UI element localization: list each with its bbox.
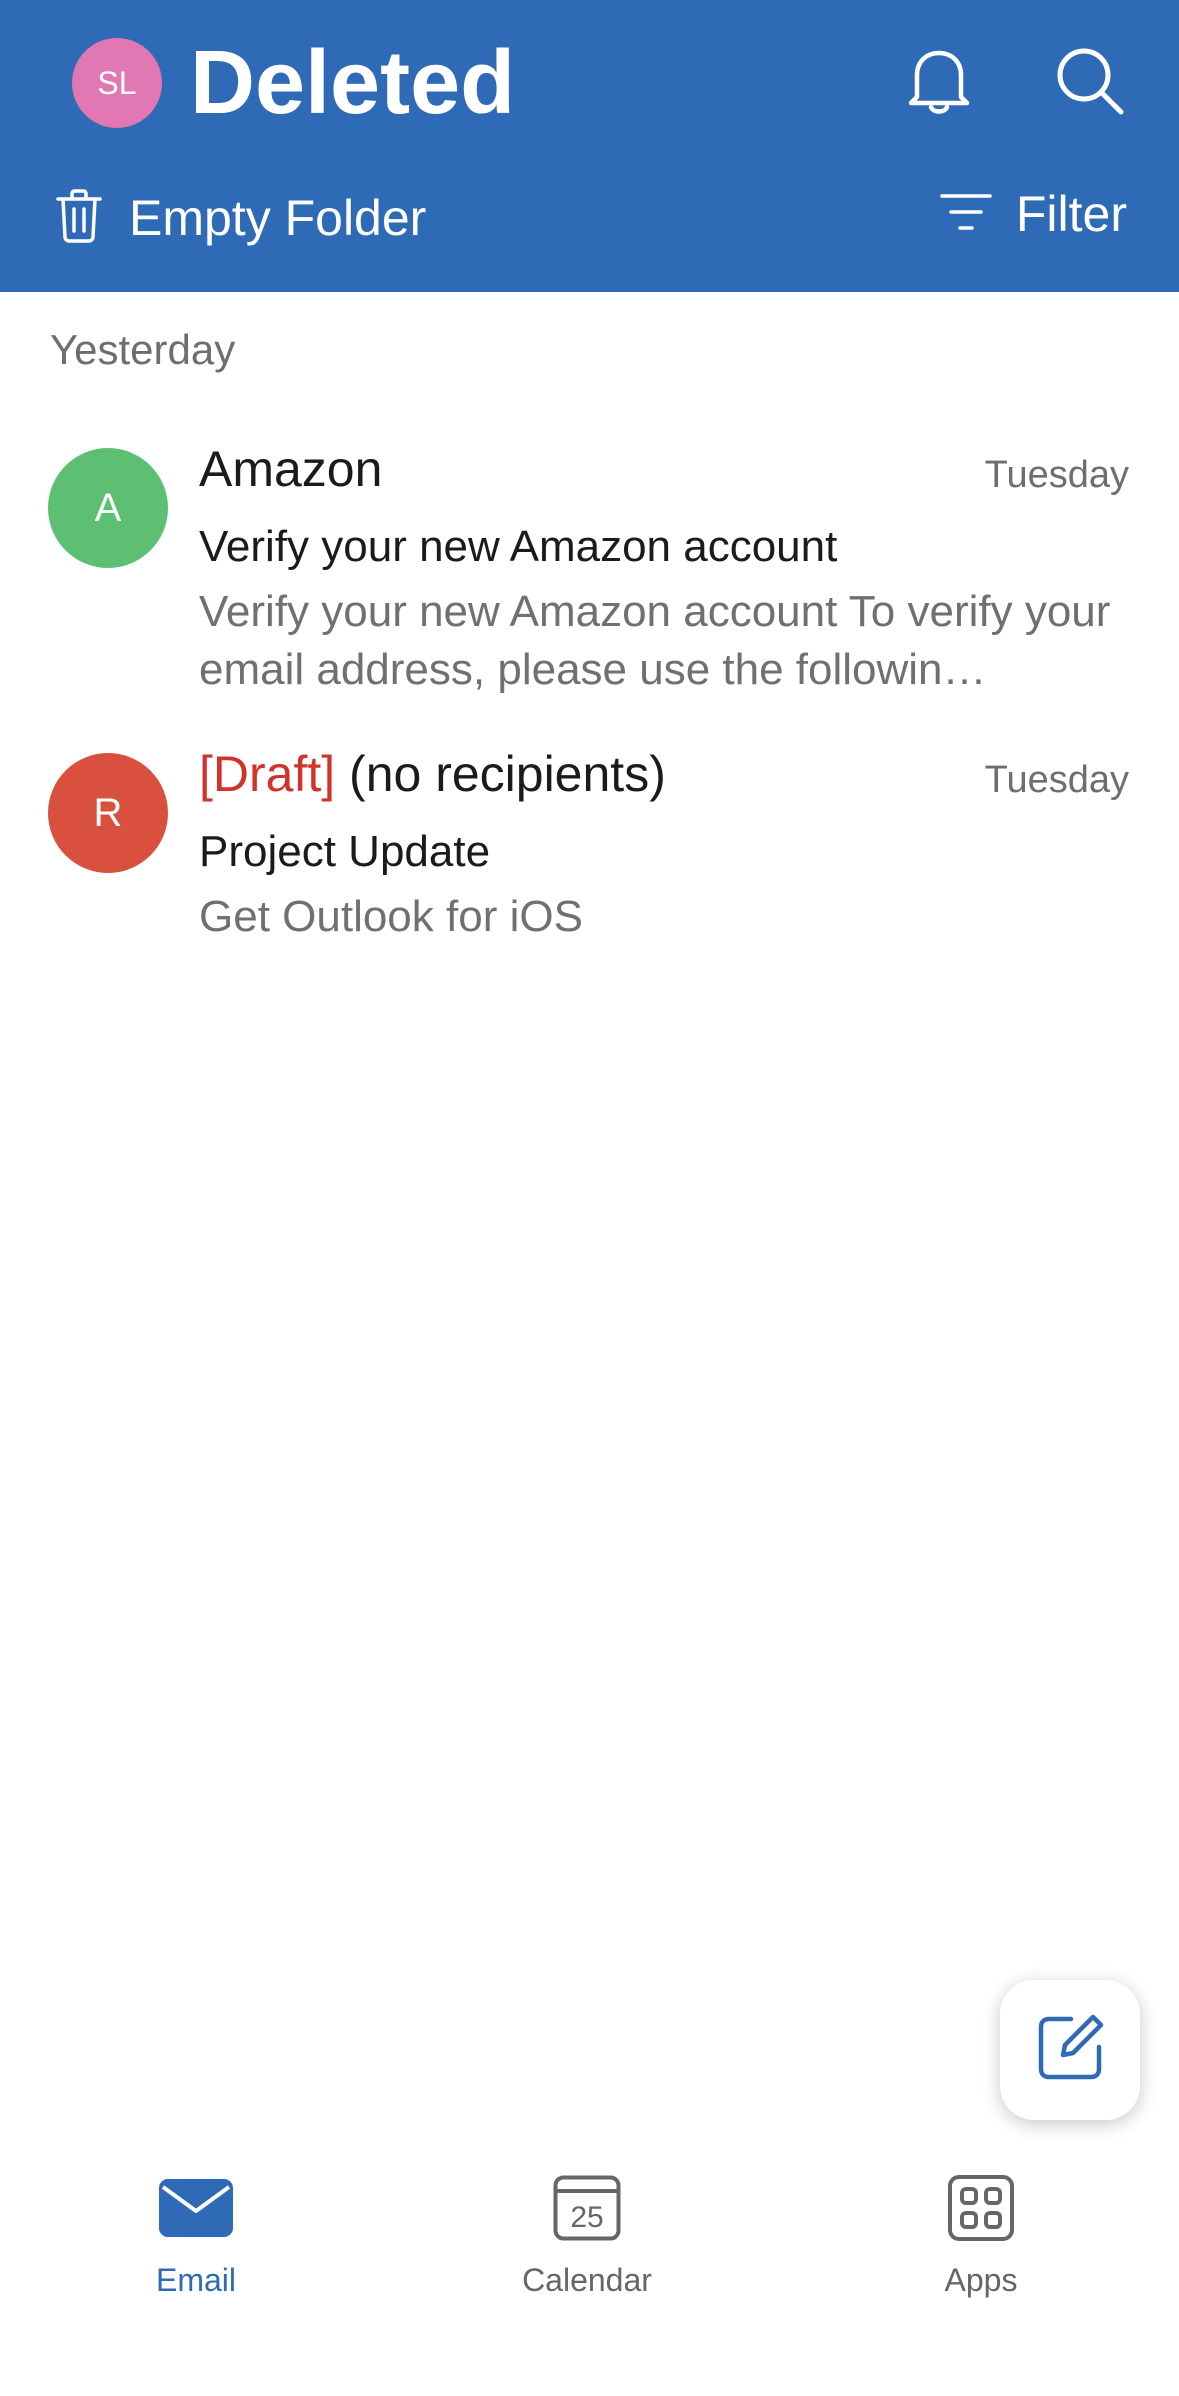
- empty-folder-label: Empty Folder: [129, 190, 427, 246]
- tab-calendar[interactable]: 25 Calendar: [477, 2168, 697, 2308]
- sender-avatar: A: [48, 448, 168, 568]
- message-subject: Project Update: [199, 827, 491, 876]
- filter-button[interactable]: Filter: [940, 184, 1127, 244]
- draft-tag: [Draft]: [199, 746, 336, 802]
- message-date: Tuesday: [984, 454, 1129, 496]
- empty-folder-button[interactable]: Empty Folder: [55, 188, 426, 248]
- tab-email[interactable]: Email: [86, 2168, 306, 2308]
- message-date: Tuesday: [984, 759, 1129, 801]
- sender-avatar-initial: A: [94, 485, 122, 530]
- filter-icon: [940, 192, 992, 237]
- calendar-icon: 25: [553, 2168, 621, 2248]
- bell-icon[interactable]: [899, 41, 979, 121]
- svg-text:25: 25: [570, 2201, 603, 2234]
- tab-email-label: Email: [155, 2262, 236, 2298]
- account-initials: SL: [97, 64, 137, 101]
- apps-grid-icon: [948, 2168, 1014, 2248]
- sender-avatar: R: [48, 753, 168, 873]
- section-header-yesterday: Yesterday: [50, 326, 236, 373]
- tab-apps-label: Apps: [944, 2262, 1018, 2298]
- sender-avatar-initial: R: [93, 790, 123, 835]
- sender-line: [Draft] (no recipients): [199, 745, 666, 803]
- message-row[interactable]: A Amazon Tuesday Verify your new Amazon …: [0, 440, 1179, 710]
- page-title: Deleted: [190, 33, 516, 133]
- tab-apps[interactable]: Apps: [871, 2168, 1091, 2308]
- search-icon[interactable]: [1050, 41, 1130, 121]
- sender-name: Amazon: [199, 441, 383, 497]
- tab-bar: Email 25 Calendar Apps: [0, 2150, 1179, 2396]
- message-subject: Verify your new Amazon account: [199, 522, 838, 571]
- account-avatar[interactable]: SL: [72, 38, 162, 128]
- trash-icon: [55, 188, 103, 248]
- message-preview: Verify your new Amazon account To verify…: [199, 587, 1111, 694]
- header-bar: SL Deleted Empty Folder Filter: [0, 0, 1179, 292]
- compose-icon: [1035, 2013, 1105, 2088]
- compose-button[interactable]: [1000, 1980, 1140, 2120]
- filter-label: Filter: [1015, 186, 1127, 242]
- message-preview: Get Outlook for iOS: [199, 892, 583, 941]
- mail-icon: [159, 2168, 233, 2248]
- message-row[interactable]: R [Draft] (no recipients) Tuesday Projec…: [0, 745, 1179, 965]
- tab-calendar-label: Calendar: [522, 2262, 652, 2298]
- sender-name: (no recipients): [349, 746, 666, 802]
